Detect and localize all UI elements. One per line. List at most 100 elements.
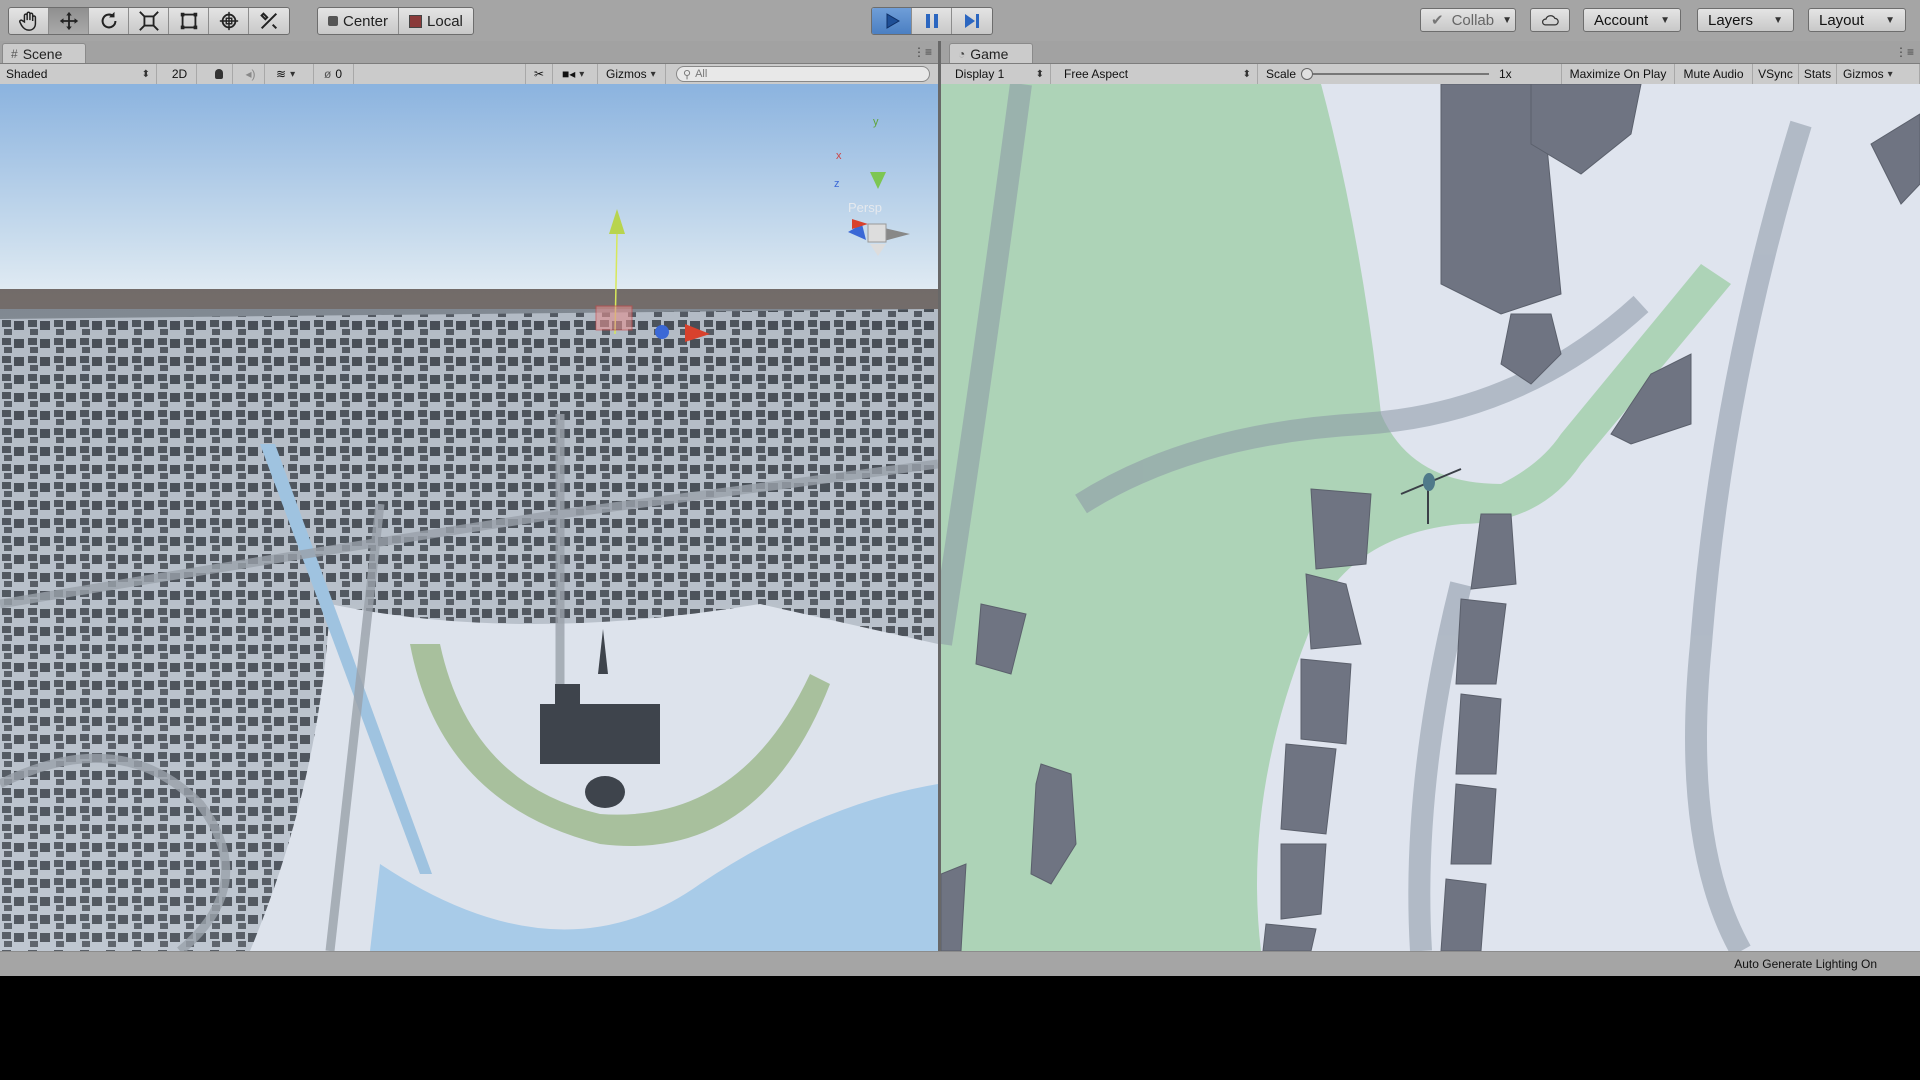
chevron-down-icon: ▼ — [1773, 14, 1783, 26]
layers-stack-icon: ≋ — [276, 67, 287, 81]
scene-viewport[interactable]: y x z Persp — [0, 84, 938, 951]
scene-render — [0, 84, 938, 951]
scene-gizmos-dropdown[interactable]: Gizmos ▾ — [600, 64, 666, 84]
pause-button[interactable] — [912, 8, 952, 34]
tools-icon: ✂ — [533, 67, 545, 81]
grid-icon: # — [11, 46, 18, 61]
axis-z-label: z — [834, 178, 840, 190]
pause-icon — [925, 14, 938, 28]
scale-label: Scale — [1266, 67, 1297, 81]
pivot-toggles: Center Local — [317, 7, 474, 35]
move-tool-button[interactable] — [49, 8, 89, 34]
chevron-down-icon: ▾ — [650, 68, 656, 80]
letterbox-bottom — [0, 976, 1920, 1080]
account-label: Account — [1594, 11, 1649, 29]
display-dropdown[interactable]: Display 1 ⬍ — [949, 64, 1051, 84]
axis-x-label: x — [836, 150, 842, 162]
mute-audio-button[interactable]: Mute Audio — [1675, 64, 1753, 84]
transform-icon — [219, 11, 238, 31]
layers-dropdown[interactable]: Layers ▼ — [1697, 8, 1794, 32]
scale-slider-track[interactable] — [1305, 73, 1489, 75]
scene-panel: # Scene ⋮≡ Shaded ⬍ 2D ◂) ≋ ▾ ø 0 ✂ ■◂ ▾… — [0, 41, 938, 951]
transform-tool-button[interactable] — [209, 8, 249, 34]
maximize-on-play-button[interactable]: Maximize On Play — [1561, 64, 1675, 84]
panel-menu-icon[interactable]: ⋮≡ — [1895, 45, 1914, 59]
scale-label-item: Scale — [1260, 64, 1296, 84]
lighting-status-text[interactable]: Auto Generate Lighting On — [1734, 957, 1877, 971]
audio-toggle[interactable]: ◂) — [237, 64, 265, 84]
play-button[interactable] — [872, 8, 912, 34]
toggle-2d-button[interactable]: 2D — [163, 64, 197, 84]
game-toolbar: Display 1 ⬍ Free Aspect ⬍ Scale 1x Maxim… — [941, 64, 1920, 85]
custom-tool-button[interactable] — [249, 8, 289, 34]
game-viewport[interactable] — [941, 84, 1920, 951]
pivot-rotation-button[interactable]: Local — [399, 8, 473, 34]
game-tab-label: Game — [970, 45, 1009, 62]
collab-dropdown[interactable]: ✔ Collab ▼ — [1420, 8, 1516, 32]
cloud-icon — [1542, 15, 1559, 26]
tab-scene[interactable]: # Scene — [2, 43, 86, 63]
scene-tab-label: Scene — [22, 45, 63, 62]
scene-tools-button[interactable]: ✂ — [525, 64, 553, 84]
stats-button[interactable]: Stats — [1799, 64, 1837, 84]
pivot-rotation-label: Local — [427, 12, 463, 30]
hidden-objects-toggle[interactable]: ø 0 — [318, 64, 354, 84]
search-icon: ⚲ — [683, 68, 692, 81]
pacman-icon: ◔ — [958, 46, 966, 61]
move-arrows-icon — [59, 11, 78, 31]
vsync-button[interactable]: VSync — [1753, 64, 1799, 84]
play-icon — [886, 13, 900, 29]
pivot-mode-button[interactable]: Center — [318, 8, 400, 34]
updown-caret-icon: ⬍ — [141, 68, 150, 80]
display-label: Display 1 — [955, 67, 1005, 81]
step-button[interactable] — [952, 8, 992, 34]
camera-dropdown[interactable]: ■◂ ▾ — [556, 64, 598, 84]
rotate-tool-button[interactable] — [89, 8, 129, 34]
layout-dropdown[interactable]: Layout ▼ — [1808, 8, 1906, 32]
collab-label: Collab — [1451, 11, 1495, 29]
lighting-toggle[interactable] — [205, 64, 233, 84]
scale-icon — [138, 11, 159, 31]
vsync-label: VSync — [1758, 67, 1793, 81]
scale-tool-button[interactable] — [129, 8, 169, 34]
chevron-down-icon: ▼ — [1502, 14, 1513, 26]
hidden-count: 0 — [335, 67, 343, 81]
updown-caret-icon: ⬍ — [1035, 68, 1044, 80]
axis-y-label: y — [873, 116, 879, 128]
shading-mode-dropdown[interactable]: Shaded ⬍ — [0, 64, 157, 84]
cube-icon — [409, 14, 423, 28]
lightbulb-icon — [214, 69, 223, 79]
chevron-down-icon: ▼ — [1885, 14, 1895, 26]
tab-game[interactable]: ◔ Game — [949, 43, 1033, 63]
game-panel: ◔ Game ⋮≡ Display 1 ⬍ Free Aspect ⬍ Scal… — [941, 41, 1920, 951]
maximize-on-play-label: Maximize On Play — [1569, 67, 1667, 81]
rect-tool-button[interactable] — [169, 8, 209, 34]
game-render — [941, 84, 1920, 951]
pivot-center-icon — [328, 16, 338, 26]
effects-dropdown[interactable]: ≋ ▾ — [270, 64, 314, 84]
hand-tool-button[interactable] — [9, 8, 49, 34]
game-tabbar: ◔ Game ⋮≡ — [941, 41, 1920, 64]
hand-icon — [18, 11, 36, 31]
game-gizmos-label: Gizmos — [1843, 67, 1884, 81]
layers-label: Layers — [1708, 11, 1754, 29]
scene-toolbar: Shaded ⬍ 2D ◂) ≋ ▾ ø 0 ✂ ■◂ ▾ Gizmos ▾ ⚲… — [0, 64, 938, 85]
aspect-dropdown[interactable]: Free Aspect ⬍ — [1058, 64, 1258, 84]
transform-tools — [8, 7, 290, 35]
scale-slider-thumb[interactable] — [1301, 68, 1313, 80]
account-dropdown[interactable]: Account ▼ — [1583, 8, 1681, 32]
check-icon: ✔ — [1431, 12, 1444, 29]
persp-label[interactable]: Persp — [848, 200, 882, 215]
rotate-icon — [101, 11, 116, 29]
toggle-2d-label: 2D — [171, 67, 188, 81]
panel-menu-icon[interactable]: ⋮≡ — [913, 45, 932, 59]
game-gizmos-dropdown[interactable]: Gizmos ▾ — [1837, 64, 1920, 84]
scene-gizmos-label: Gizmos — [606, 67, 647, 81]
scale-value: 1x — [1499, 67, 1512, 81]
scene-tabbar: # Scene ⋮≡ — [0, 41, 938, 64]
scale-value-item: 1x — [1493, 64, 1523, 84]
cloud-button[interactable] — [1530, 8, 1570, 32]
chevron-down-icon: ▾ — [1887, 68, 1893, 80]
step-icon — [965, 14, 979, 28]
scene-search-input[interactable]: ⚲ All — [676, 66, 930, 82]
